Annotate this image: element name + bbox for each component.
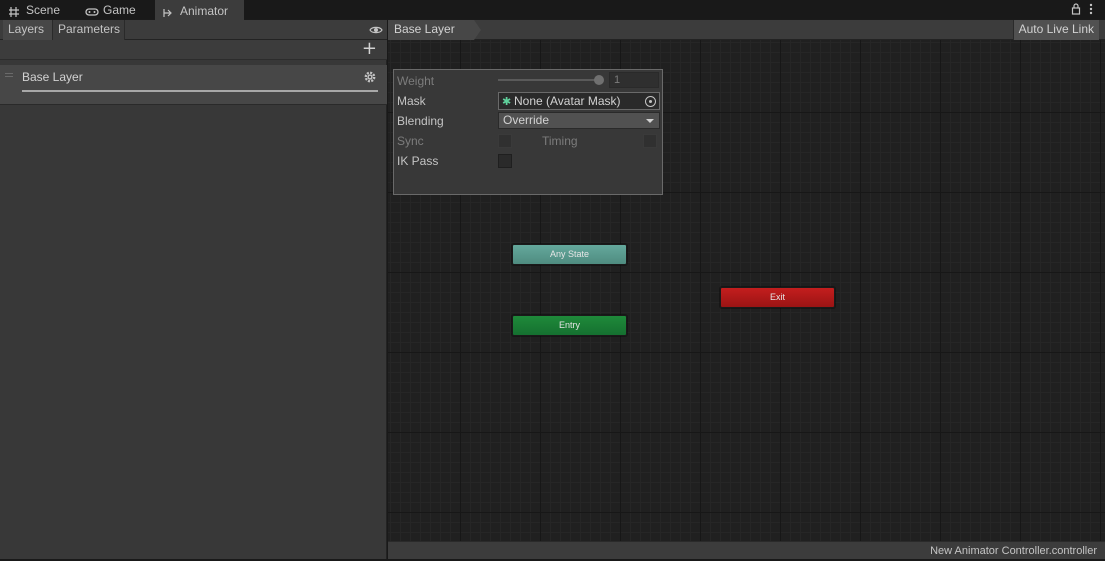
exit-node[interactable]: Exit — [720, 287, 835, 308]
timing-checkbox[interactable] — [643, 134, 657, 148]
breadcrumb[interactable]: Base Layer — [388, 20, 474, 40]
controller-file-name: New Animator Controller.controller — [930, 545, 1097, 557]
auto-live-link-button[interactable]: Auto Live Link — [1012, 20, 1099, 40]
layer-name: Base Layer — [22, 70, 83, 84]
tab-scene[interactable]: Scene — [8, 0, 60, 20]
weight-slider-track[interactable] — [498, 79, 598, 81]
animator-icon — [162, 5, 176, 17]
drag-handle-icon[interactable] — [5, 73, 13, 77]
graph-toolbar: Base Layer Auto Live Link — [388, 20, 1105, 40]
sync-label: Sync — [397, 134, 424, 148]
layer-settings-popup: Weight 1 Mask ✱ None (Avatar Mask) Blend… — [393, 69, 663, 195]
tab-layers[interactable]: Layers — [3, 20, 53, 40]
eye-icon[interactable] — [369, 23, 383, 37]
blending-value: Override — [503, 113, 550, 127]
weight-field[interactable]: 1 — [609, 72, 659, 88]
window-tab-strip: Scene Game Animator — [0, 0, 1105, 20]
weight-label: Weight — [397, 74, 435, 88]
avatar-mask-icon: ✱ — [502, 96, 512, 108]
status-bar: New Animator Controller.controller — [388, 541, 1105, 561]
tab-scene-label: Scene — [26, 3, 61, 17]
layer-weight-bar — [22, 90, 378, 92]
layer-toolbar: + — [0, 39, 387, 60]
more-options-icon[interactable] — [1089, 3, 1093, 18]
ik-pass-label: IK Pass — [397, 154, 439, 168]
tab-game-label: Game — [103, 3, 136, 17]
window-controls — [1071, 2, 1093, 18]
chevron-down-icon — [646, 119, 654, 123]
layers-panel: Layers Parameters + Base Layer — [0, 20, 387, 561]
gear-icon[interactable] — [363, 70, 377, 84]
blending-label: Blending — [397, 114, 444, 128]
gamepad-icon — [85, 4, 99, 16]
tab-parameters[interactable]: Parameters — [53, 20, 125, 40]
blending-dropdown[interactable]: Override — [498, 112, 660, 129]
mask-value: None (Avatar Mask) — [514, 94, 621, 108]
object-picker-icon[interactable] — [645, 96, 656, 107]
lock-icon[interactable] — [1071, 2, 1081, 18]
layer-item[interactable]: Base Layer — [0, 65, 387, 105]
sync-checkbox[interactable] — [498, 134, 512, 148]
ik-pass-checkbox[interactable] — [498, 154, 512, 168]
weight-slider-handle[interactable] — [594, 75, 604, 85]
left-panel-tabs: Layers Parameters — [0, 20, 387, 40]
grid-icon — [8, 4, 22, 17]
mask-label: Mask — [397, 94, 426, 108]
tab-animator[interactable]: Animator — [155, 0, 244, 20]
entry-node[interactable]: Entry — [512, 315, 627, 336]
add-layer-button[interactable]: + — [362, 39, 377, 59]
breadcrumb-arrow — [474, 20, 481, 40]
timing-label: Timing — [542, 134, 578, 148]
tab-game[interactable]: Game — [85, 0, 136, 20]
tab-animator-label: Animator — [180, 4, 229, 18]
any-state-node[interactable]: Any State — [512, 244, 627, 265]
mask-object-field[interactable]: ✱ None (Avatar Mask) — [498, 92, 660, 110]
